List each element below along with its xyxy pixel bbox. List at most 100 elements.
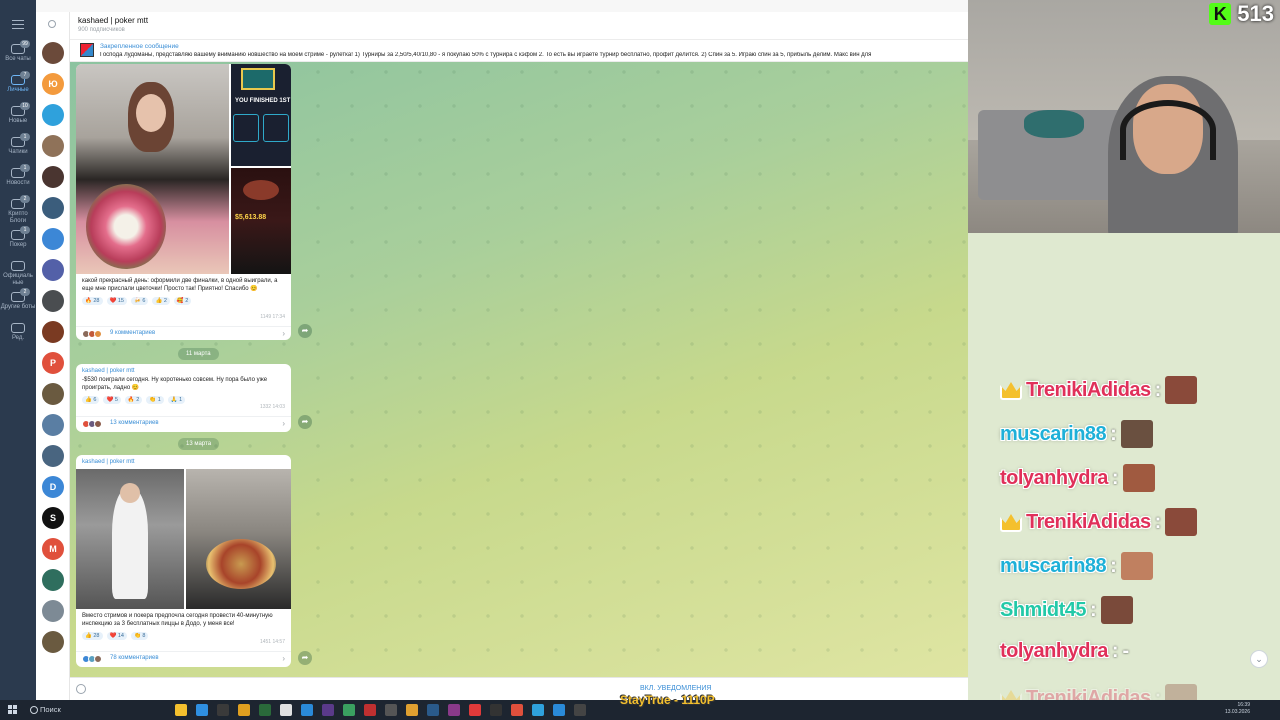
chat-avatar[interactable] [42, 42, 64, 64]
taskbar-app-icon[interactable] [553, 704, 565, 716]
chat-avatar[interactable] [42, 228, 64, 250]
chat-avatar[interactable]: D [42, 476, 64, 498]
reaction[interactable]: ❤️ 5 [103, 396, 121, 404]
taskbar-app-icon[interactable] [322, 704, 334, 716]
comments-link[interactable]: 13 комментариев › [76, 416, 291, 430]
message-post[interactable]: kashaed | poker mtt Вместо стримов и пок… [76, 455, 291, 667]
chat-header[interactable]: kashaed | poker mtt 900 подписчиков [70, 12, 968, 40]
menu-icon[interactable] [12, 20, 24, 29]
comments-count: 13 комментариев [110, 420, 159, 426]
taskbar-app-icon[interactable] [385, 704, 397, 716]
post-photo[interactable] [76, 64, 229, 274]
comments-link[interactable]: 9 комментариев › [76, 326, 291, 340]
chat-avatar[interactable] [42, 135, 64, 157]
chevron-right-icon: › [282, 654, 285, 663]
share-icon[interactable]: ➦ [298, 415, 312, 429]
chat-avatar[interactable] [42, 631, 64, 653]
taskbar-app-icon[interactable] [175, 704, 187, 716]
chat-avatar[interactable] [42, 414, 64, 436]
viewer-count: 513 [1237, 1, 1274, 26]
taskbar-app-icon[interactable] [406, 704, 418, 716]
taskbar-app-icon[interactable] [490, 704, 502, 716]
chat-avatar[interactable]: P [42, 352, 64, 374]
post-photo[interactable] [186, 469, 291, 609]
taskbar-app-icon[interactable] [280, 704, 292, 716]
chat-avatar[interactable] [42, 166, 64, 188]
folder-item[interactable]: Чатики 1 [0, 133, 36, 156]
share-icon[interactable]: ➦ [298, 651, 312, 665]
taskbar-app-icon[interactable] [343, 704, 355, 716]
chat-avatar[interactable] [42, 290, 64, 312]
tray-clock[interactable]: 16:39 13.03.2026 [1225, 702, 1250, 716]
folder-item[interactable]: Новые 10 [0, 102, 36, 125]
emoji-icon[interactable] [76, 684, 86, 694]
chat-separator: : [1111, 640, 1119, 662]
scroll-down-button[interactable]: ⌄ [1250, 650, 1268, 668]
post-photo[interactable]: YOU FINISHED 1ST [231, 64, 291, 166]
chat-username: muscarin88 [1000, 554, 1107, 577]
comments-link[interactable]: 78 комментариев › [76, 651, 291, 665]
chat-avatar[interactable] [42, 104, 64, 126]
taskbar-app-icon[interactable] [448, 704, 460, 716]
taskbar-app-icon[interactable] [532, 704, 544, 716]
taskbar-app-icon[interactable] [364, 704, 376, 716]
streamer-tag: StayTrue - 1110P [620, 693, 715, 707]
reaction[interactable]: 👍 6 [82, 396, 100, 404]
reaction[interactable]: ❤️ 15 [106, 297, 127, 305]
chat-avatar[interactable] [42, 600, 64, 622]
reaction[interactable]: 🥰 2 [173, 297, 192, 305]
taskbar-search[interactable]: Поиск [28, 703, 128, 717]
post-photo[interactable] [76, 469, 184, 609]
chat-avatar[interactable]: M [42, 538, 64, 560]
folder-item[interactable]: Ред. [0, 323, 36, 342]
chat-avatar[interactable] [42, 445, 64, 467]
taskbar-app-icon[interactable] [196, 704, 208, 716]
taskbar-app-icon[interactable] [217, 704, 229, 716]
taskbar-app-icon[interactable] [469, 704, 481, 716]
share-icon[interactable]: ➦ [298, 324, 312, 338]
reaction[interactable]: 👏 8 [131, 632, 149, 640]
chat-avatar[interactable] [42, 321, 64, 343]
folder-badge: 7 [20, 71, 30, 79]
chat-avatar[interactable]: Ю [42, 73, 64, 95]
folder-item[interactable]: Новости 1 [0, 164, 36, 187]
folder-item[interactable]: Другие боты 2 [0, 288, 36, 311]
chat-avatar[interactable] [42, 383, 64, 405]
date-separator: 11 марта [178, 348, 219, 360]
reaction[interactable]: 🙏 1 [167, 396, 186, 404]
reaction[interactable]: 👍 28 [82, 632, 103, 640]
reaction[interactable]: 🍻 6 [131, 297, 149, 305]
reaction[interactable]: ❤️ 14 [106, 632, 127, 640]
reaction[interactable]: 🔥 28 [82, 297, 103, 305]
windows-start-icon[interactable] [8, 705, 18, 715]
taskbar-app-icon[interactable] [511, 704, 523, 716]
chat-avatar[interactable] [42, 569, 64, 591]
post-photo[interactable]: $5,613.88 [231, 168, 291, 274]
folder-item[interactable]: Покер 1 [0, 226, 36, 249]
reaction[interactable]: 👍 2 [152, 297, 170, 305]
flower-bouquet [86, 184, 166, 269]
pinned-message[interactable]: Закрепленное сообщение Господа лудоманы,… [70, 40, 968, 62]
enable-notifications-button[interactable]: ВКЛ. УВЕДОМЛЕНИЯ [640, 685, 711, 692]
folder-item[interactable]: Все чаты 99 [0, 40, 36, 63]
message-author[interactable]: kashaed | poker mtt [76, 455, 291, 466]
taskbar-app-icon[interactable] [259, 704, 271, 716]
chat-avatar[interactable]: S [42, 507, 64, 529]
taskbar-app-icon[interactable] [301, 704, 313, 716]
stream-chat-row: Shmidt45 : [1000, 596, 1133, 624]
taskbar-app-icon[interactable] [238, 704, 250, 716]
message-post[interactable]: kashaed | poker mtt -$530 поиграли сегод… [76, 364, 291, 432]
taskbar-app-icon[interactable] [574, 704, 586, 716]
chat-avatar[interactable] [42, 197, 64, 219]
folder-item[interactable]: Личные 7 [0, 71, 36, 94]
chevron-right-icon: › [282, 419, 285, 428]
folder-item[interactable]: Крипто Блоги 2 [0, 195, 36, 225]
taskbar-app-icon[interactable] [427, 704, 439, 716]
reaction[interactable]: 👏 1 [146, 396, 164, 404]
reaction[interactable]: 🔥 2 [124, 396, 143, 404]
message-post[interactable]: YOU FINISHED 1ST $5,613.88 какой прекрас… [76, 64, 291, 340]
folder-item[interactable]: Официаль ные [0, 261, 36, 287]
chat-avatar[interactable] [42, 259, 64, 281]
search-icon[interactable] [48, 20, 56, 28]
message-author[interactable]: kashaed | poker mtt [76, 364, 291, 375]
